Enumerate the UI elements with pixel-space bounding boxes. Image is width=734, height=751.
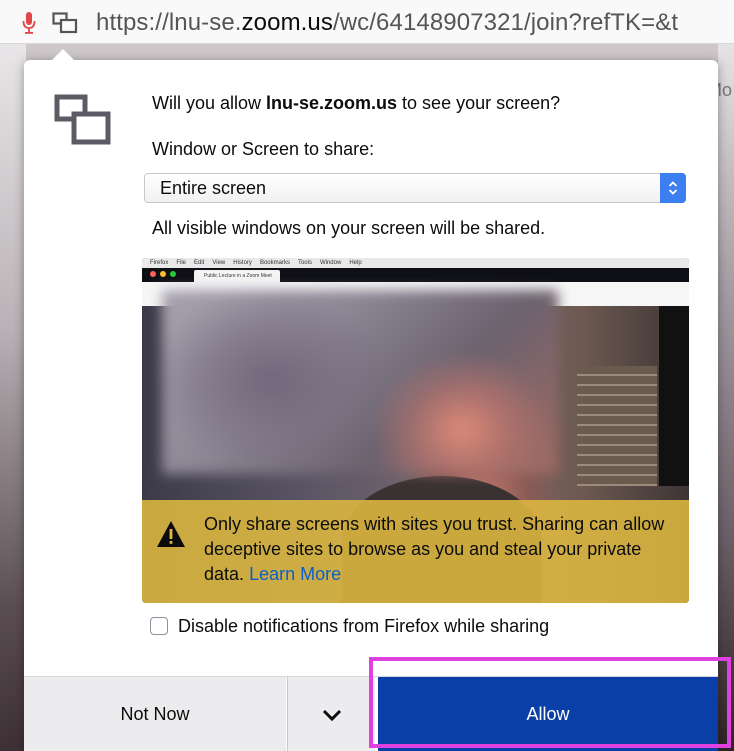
screen-share-icon[interactable] bbox=[52, 12, 78, 34]
select-value: Entire screen bbox=[160, 178, 267, 198]
site-name: lnu-se.zoom.us bbox=[266, 93, 398, 113]
permission-question: Will you allow lnu-se.zoom.us to see you… bbox=[152, 93, 561, 113]
select-arrow-icon[interactable] bbox=[660, 173, 686, 203]
blurred-region bbox=[162, 290, 558, 474]
panel-footer: Not Now Allow bbox=[24, 676, 718, 751]
url-text[interactable]: https://lnu-se.zoom.us/wc/64148907321/jo… bbox=[96, 9, 678, 37]
select-label: Window or Screen to share: bbox=[152, 139, 375, 159]
url-bar[interactable]: https://lnu-se.zoom.us/wc/64148907321/jo… bbox=[0, 0, 734, 44]
not-now-button[interactable]: Not Now bbox=[24, 677, 286, 751]
screen-preview: Firefox File Edit View History Bookmarks… bbox=[142, 258, 689, 603]
warning-box: Only share screens with sites you trust.… bbox=[142, 500, 689, 603]
warning-icon bbox=[157, 521, 185, 547]
checkbox-label[interactable]: Disable notifications from Firefox while… bbox=[178, 616, 549, 637]
backdrop-left-edge bbox=[0, 44, 26, 751]
share-description: All visible windows on your screen will … bbox=[152, 218, 546, 238]
learn-more-link[interactable]: Learn More bbox=[249, 564, 341, 584]
preview-menubar: Firefox File Edit View History Bookmarks… bbox=[142, 258, 689, 268]
panel-arrow bbox=[52, 49, 74, 60]
screen-share-icon bbox=[54, 94, 111, 145]
screen-share-permission-panel: Will you allow lnu-se.zoom.us to see you… bbox=[24, 49, 718, 751]
preview-tab: Public Lecture in a Zoom Meet bbox=[194, 270, 280, 282]
screen-select[interactable]: Entire screen bbox=[144, 173, 686, 203]
allow-button[interactable]: Allow bbox=[378, 677, 718, 751]
disable-notifications-checkbox[interactable] bbox=[150, 617, 168, 635]
microphone-icon[interactable] bbox=[22, 11, 36, 35]
more-options-button[interactable] bbox=[287, 677, 375, 751]
backdrop-right-edge bbox=[718, 44, 734, 751]
chevron-down-icon bbox=[322, 709, 341, 721]
warning-text: Only share screens with sites you trust.… bbox=[204, 514, 665, 584]
preview-tabbar: Public Lecture in a Zoom Meet bbox=[142, 268, 689, 282]
